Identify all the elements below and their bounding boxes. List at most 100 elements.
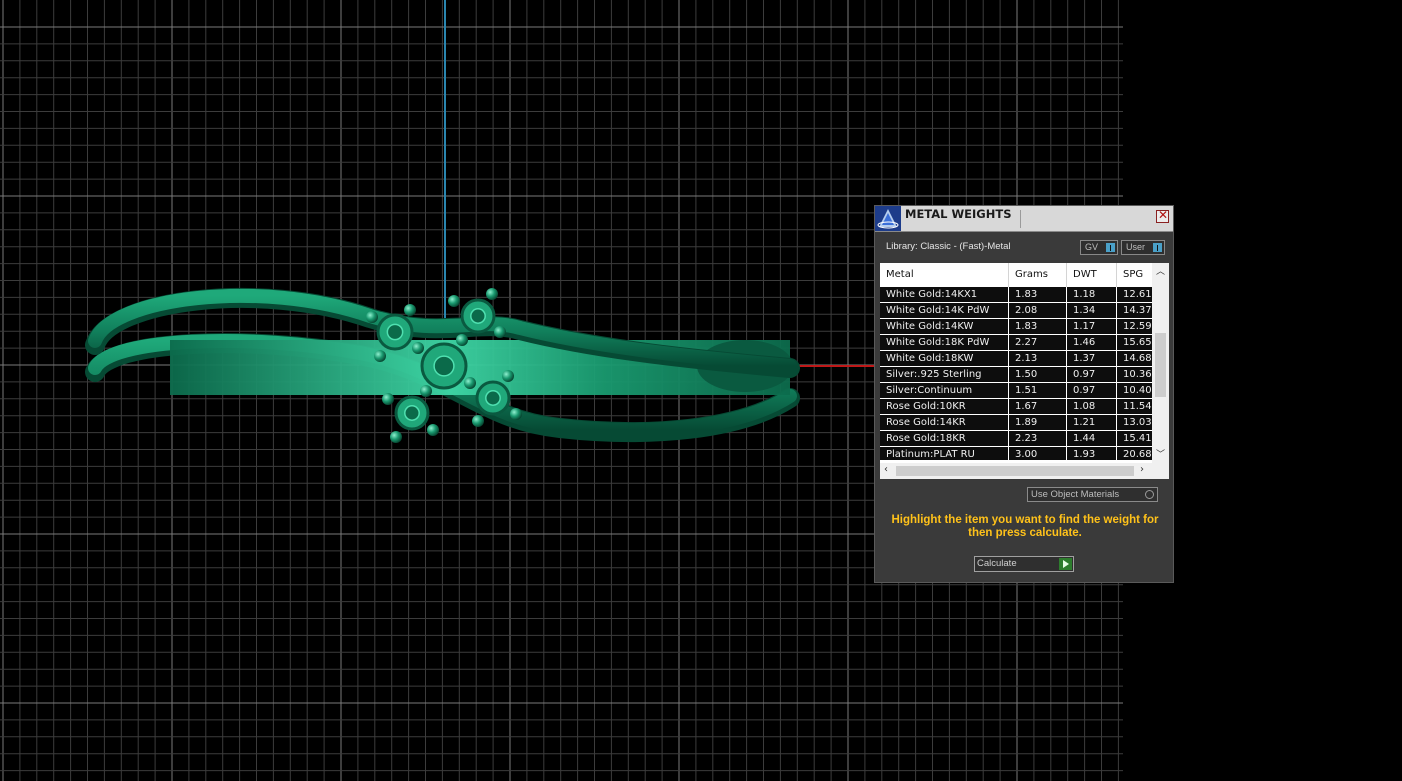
table-cell: 1.89 <box>1009 415 1067 431</box>
gv-label: GV <box>1085 242 1099 252</box>
table-row[interactable]: Silver:Continuum 1.51 0.97 10.40 <box>880 383 1152 399</box>
gv-switch-icon <box>1106 243 1115 252</box>
gv-toggle[interactable]: GV <box>1080 240 1118 255</box>
table-row[interactable]: Rose Gold:18KR 2.23 1.44 15.41 <box>880 431 1152 447</box>
table-row[interactable]: White Gold:18K PdW 2.27 1.46 15.65 <box>880 335 1152 351</box>
panel-title: METAL WEIGHTS <box>905 207 1012 221</box>
vertical-scrollbar[interactable]: ︿ ﹀ <box>1152 263 1169 463</box>
prong-bead <box>412 342 424 354</box>
table-cell: 1.46 <box>1067 335 1117 351</box>
metal-table[interactable]: Metal Grams DWT SPG White Gold:14KX1 1.83 1.1… <box>880 263 1169 479</box>
prong-bead <box>420 385 432 397</box>
table-cell: 1.37 <box>1067 351 1117 367</box>
scroll-down-icon[interactable]: ﹀ <box>1156 447 1165 460</box>
table-row[interactable]: White Gold:14KW 1.83 1.17 12.59 <box>880 319 1152 335</box>
table-cell: 1.44 <box>1067 431 1117 447</box>
use-object-materials-option[interactable]: Use Object Materials <box>1027 487 1158 502</box>
horizontal-scrollbar[interactable]: ‹ › <box>880 463 1169 479</box>
table-cell: 14.68 <box>1117 351 1152 367</box>
table-cell: 2.27 <box>1009 335 1067 351</box>
prong-bead <box>494 326 506 338</box>
scroll-right-icon[interactable]: › <box>1140 464 1144 475</box>
setting-seat <box>433 355 455 377</box>
prong-bead <box>374 350 386 362</box>
table-cell: White Gold:18KW <box>880 351 1009 367</box>
play-icon <box>1059 558 1072 570</box>
table-cell: 14.37 <box>1117 303 1152 319</box>
prong-bead <box>404 304 416 316</box>
prong-bead <box>502 370 514 382</box>
table-row[interactable]: Rose Gold:10KR 1.67 1.08 11.54 <box>880 399 1152 415</box>
table-row[interactable]: Silver:.925 Sterling 1.50 0.97 10.36 <box>880 367 1152 383</box>
table-cell: 12.61 <box>1117 287 1152 303</box>
table-cell: 1.34 <box>1067 303 1117 319</box>
table-cell: 11.54 <box>1117 399 1152 415</box>
scroll-up-icon[interactable]: ︿ <box>1156 264 1165 277</box>
table-cell: 20.68 <box>1117 447 1152 460</box>
table-cell: Rose Gold:10KR <box>880 399 1009 415</box>
table-cell: 2.13 <box>1009 351 1067 367</box>
horizontal-scroll-thumb[interactable] <box>896 466 1134 476</box>
viewport-canvas[interactable] <box>0 0 1402 781</box>
table-body[interactable]: White Gold:14KX1 1.83 1.18 12.61 White Gold:… <box>880 287 1152 460</box>
table-row[interactable]: Rose Gold:14KR 1.89 1.21 13.03 <box>880 415 1152 431</box>
table-row[interactable]: White Gold:18KW 2.13 1.37 14.68 <box>880 351 1152 367</box>
setting-seat <box>470 308 486 324</box>
table-cell: 1.83 <box>1009 319 1067 335</box>
close-icon: ✕ <box>1158 208 1169 222</box>
table-cell: 2.08 <box>1009 303 1067 319</box>
table-cell: 15.41 <box>1117 431 1152 447</box>
table-cell: 12.59 <box>1117 319 1152 335</box>
table-cell: 13.03 <box>1117 415 1152 431</box>
table-cell: 0.97 <box>1067 383 1117 399</box>
table-cell: Silver:Continuum <box>880 383 1009 399</box>
column-header[interactable]: Metal <box>880 263 1009 287</box>
prong-bead <box>427 424 439 436</box>
title-separator <box>1020 210 1021 228</box>
library-label: Library: Classic - (Fast)-Metal <box>886 241 1011 252</box>
table-cell: 1.17 <box>1067 319 1117 335</box>
table-cell: 3.00 <box>1009 447 1067 460</box>
table-row[interactable]: White Gold:14KX1 1.83 1.18 12.61 <box>880 287 1152 303</box>
close-button[interactable]: ✕ <box>1156 208 1169 223</box>
prong-bead <box>486 288 498 300</box>
scroll-left-icon[interactable]: ‹ <box>884 464 888 475</box>
instruction-text: Highlight the item you want to find the … <box>891 514 1159 539</box>
table-cell: 2.23 <box>1009 431 1067 447</box>
table-row[interactable]: Platinum:PLAT RU 3.00 1.93 20.68 <box>880 447 1152 460</box>
table-cell: 1.18 <box>1067 287 1117 303</box>
table-cell: Rose Gold:18KR <box>880 431 1009 447</box>
calculate-button[interactable]: Calculate <box>974 556 1074 572</box>
table-cell: 1.83 <box>1009 287 1067 303</box>
table-cell: 1.51 <box>1009 383 1067 399</box>
table-cell: Platinum:PLAT RU <box>880 447 1009 460</box>
column-header[interactable]: DWT <box>1067 263 1117 287</box>
table-row[interactable]: White Gold:14K PdW 2.08 1.34 14.37 <box>880 303 1152 319</box>
table-cell: 1.08 <box>1067 399 1117 415</box>
setting-seat <box>485 390 501 406</box>
vertical-scroll-thumb[interactable] <box>1155 333 1166 397</box>
table-cell: 1.67 <box>1009 399 1067 415</box>
table-cell: 15.65 <box>1117 335 1152 351</box>
setting-seat <box>404 405 420 421</box>
table-cell: 0.97 <box>1067 367 1117 383</box>
calculate-label: Calculate <box>977 558 1017 569</box>
user-toggle[interactable]: User <box>1121 240 1165 255</box>
prong-bead <box>472 415 484 427</box>
column-header[interactable]: Grams <box>1009 263 1067 287</box>
table-cell: 10.40 <box>1117 383 1152 399</box>
setting-seat <box>386 323 404 341</box>
radio-icon[interactable] <box>1145 490 1154 499</box>
prong-bead <box>366 311 378 323</box>
table-cell: White Gold:18K PdW <box>880 335 1009 351</box>
table-cell: White Gold:14KW <box>880 319 1009 335</box>
metal-weights-panel[interactable]: METAL WEIGHTS ✕ Library: Classic - (Fast… <box>874 205 1174 583</box>
column-header[interactable]: SPG <box>1117 263 1157 287</box>
table-cell: 1.50 <box>1009 367 1067 383</box>
table-header: Metal Grams DWT SPG <box>880 263 1157 287</box>
table-cell: White Gold:14K PdW <box>880 303 1009 319</box>
3d-viewport[interactable] <box>0 0 1402 781</box>
user-label: User <box>1126 242 1146 252</box>
panel-titlebar[interactable]: METAL WEIGHTS ✕ <box>875 206 1173 232</box>
app-logo-icon <box>875 206 901 231</box>
